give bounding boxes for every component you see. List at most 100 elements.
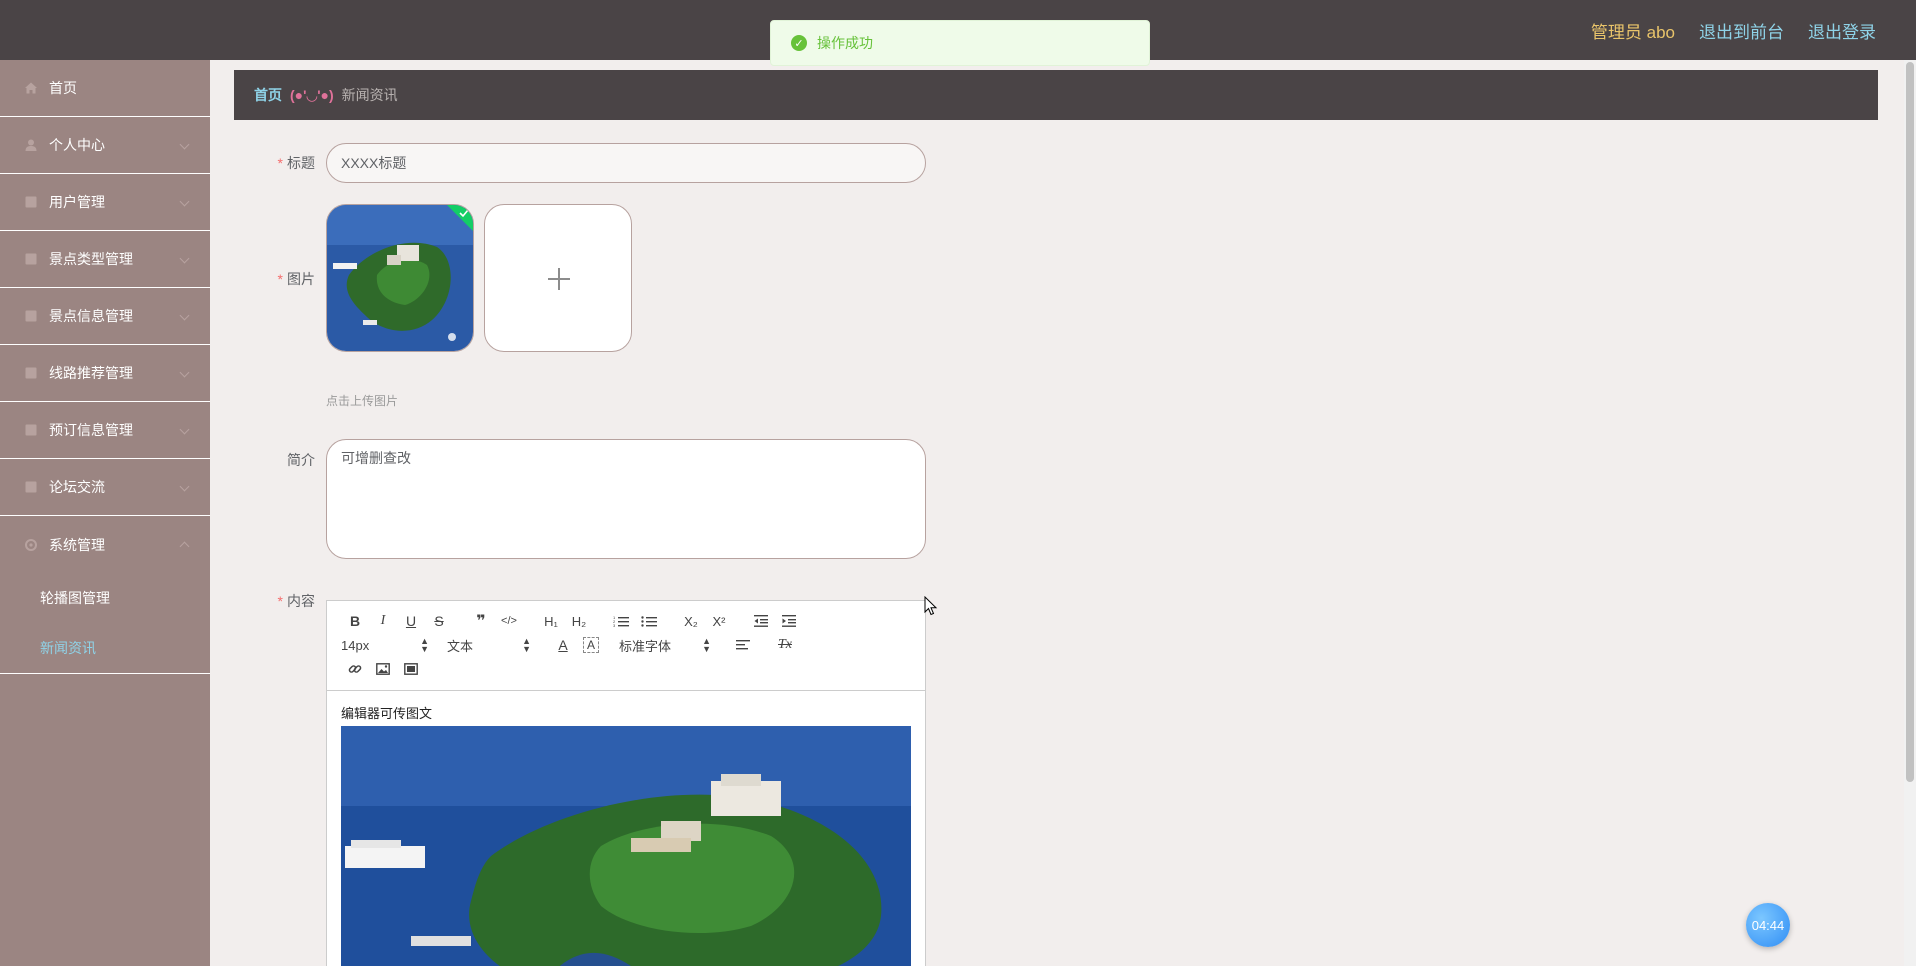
list-icon [24, 195, 38, 209]
intro-label: 简介 [234, 450, 315, 470]
island-photo-large [341, 726, 911, 966]
sidebar-item-routes[interactable]: 线路推荐管理 [0, 345, 210, 402]
rich-text-editor[interactable]: B I U S ❞ </> H₁ H₂ 123 X₂ X² 14px ▲ ▼ 文… [326, 600, 926, 966]
sidebar-subitem-carousel[interactable]: 轮播图管理 [0, 573, 210, 623]
chevron-down-icon [179, 139, 190, 150]
upload-image-button[interactable] [484, 204, 632, 352]
admin-username: 管理员 abo [1590, 22, 1675, 42]
superscript-icon[interactable]: X² [705, 609, 733, 633]
timer-badge[interactable]: 04:44 [1746, 903, 1790, 947]
gear-icon [24, 538, 38, 552]
header-2-icon[interactable]: H₂ [565, 609, 593, 633]
toolbar-row-3 [341, 657, 911, 681]
sidebar-item-label: 线路推荐管理 [49, 365, 133, 381]
sidebar-item-label: 景点信息管理 [49, 308, 133, 324]
intro-textarea[interactable]: 可增删查改 [326, 439, 926, 559]
sidebar-item-label: 系统管理 [49, 536, 105, 553]
content-label-text: 内容 [287, 593, 315, 609]
required-mark: * [277, 593, 283, 609]
select-arrows-icon: ▲ ▼ [702, 636, 711, 654]
font-family-value: 标准字体 [619, 638, 672, 654]
sidebar-item-bookings[interactable]: 预订信息管理 [0, 402, 210, 459]
list-icon [24, 423, 38, 437]
intro-label-text: 简介 [287, 452, 315, 468]
bold-icon[interactable]: B [341, 609, 369, 633]
sidebar-item-profile[interactable]: 个人中心 [0, 117, 210, 174]
title-input[interactable]: XXXX标题 [326, 143, 926, 183]
system-submenu: 轮播图管理 新闻资讯 [0, 573, 210, 674]
outdent-icon[interactable] [747, 609, 775, 633]
upload-success-check-icon [447, 205, 473, 231]
code-block-icon[interactable]: </> [495, 609, 523, 633]
home-icon [24, 81, 38, 95]
sidebar-item-spot-types[interactable]: 景点类型管理 [0, 231, 210, 288]
sidebar-item-label: 预订信息管理 [49, 422, 133, 438]
align-left-icon[interactable] [729, 633, 757, 657]
chevron-down-icon [179, 253, 190, 264]
chevron-down-icon [179, 481, 190, 492]
block-format-select[interactable]: 文本 ▲ ▼ [447, 633, 535, 657]
image-icon[interactable] [369, 657, 397, 681]
image-label-text: 图片 [287, 271, 315, 287]
page-scrollbar[interactable] [1904, 60, 1916, 966]
sidebar-item-users[interactable]: 用户管理 [0, 174, 210, 231]
font-family-select[interactable]: 标准字体 ▲ ▼ [619, 633, 715, 657]
editor-toolbar: B I U S ❞ </> H₁ H₂ 123 X₂ X² 14px ▲ ▼ 文… [327, 601, 925, 691]
scrollbar-thumb[interactable] [1906, 62, 1914, 782]
editor-body-text: 编辑器可传图文 [341, 706, 433, 721]
font-size-value: 14px [341, 637, 370, 653]
block-format-value: 文本 [447, 638, 474, 654]
sidebar-item-label: 论坛交流 [49, 479, 105, 495]
editor-content[interactable]: 编辑器可传图文 [327, 691, 925, 966]
font-color-icon[interactable]: A [549, 633, 577, 657]
toolbar-row-1: B I U S ❞ </> H₁ H₂ 123 X₂ X² [341, 609, 911, 633]
back-to-frontend-link[interactable]: 退出到前台 [1699, 18, 1784, 43]
mouse-cursor-icon [924, 596, 938, 616]
list-icon [24, 252, 38, 266]
uploaded-image-thumbnail[interactable] [326, 204, 474, 352]
background-color-icon[interactable]: A [583, 637, 599, 653]
chevron-down-icon [179, 310, 190, 321]
ordered-list-icon[interactable]: 123 [607, 609, 635, 633]
subscript-icon[interactable]: X₂ [677, 609, 705, 633]
chevron-down-icon [179, 196, 190, 207]
sidebar-item-label: 用户管理 [49, 194, 105, 210]
clear-format-icon[interactable]: Tx [771, 633, 799, 657]
header-1-icon[interactable]: H₁ [537, 609, 565, 633]
list-icon [24, 366, 38, 380]
video-icon[interactable] [397, 657, 425, 681]
bullet-list-icon[interactable] [635, 609, 663, 633]
logout-link[interactable]: 退出登录 [1808, 18, 1876, 43]
select-arrows-icon: ▲ ▼ [522, 636, 531, 654]
sidebar-subitem-news[interactable]: 新闻资讯 [0, 623, 210, 673]
toast-message: 操作成功 [817, 35, 873, 51]
indent-icon[interactable] [775, 609, 803, 633]
sidebar-item-spot-info[interactable]: 景点信息管理 [0, 288, 210, 345]
upload-tip: 点击上传图片 [326, 394, 399, 408]
content-label: * 内容 [234, 591, 315, 611]
sidebar-item-forum[interactable]: 论坛交流 [0, 459, 210, 516]
italic-icon[interactable]: I [369, 609, 397, 633]
link-icon[interactable] [341, 657, 369, 681]
strikethrough-icon[interactable]: S [425, 609, 453, 633]
success-toast: ✓ 操作成功 [770, 20, 1150, 66]
blockquote-icon[interactable]: ❞ [467, 609, 495, 633]
svg-text:3: 3 [613, 623, 616, 627]
font-size-select[interactable]: 14px ▲ ▼ [341, 633, 433, 657]
sidebar: 首页 个人中心 用户管理 景点类型管理 景点信息管理 线路推荐管理 预订信息管理… [0, 60, 210, 966]
sidebar-item-system[interactable]: 系统管理 [0, 516, 210, 573]
breadcrumb-separator: (●'◡'●) [290, 86, 334, 103]
breadcrumb: 首页 (●'◡'●) 新闻资讯 [234, 70, 1878, 120]
chevron-up-icon [179, 541, 190, 552]
required-mark: * [277, 155, 283, 171]
chevron-down-icon [179, 367, 190, 378]
breadcrumb-home-link[interactable]: 首页 [254, 85, 282, 105]
sidebar-item-home[interactable]: 首页 [0, 60, 210, 117]
plus-icon-vertical [558, 268, 560, 290]
required-mark: * [277, 271, 283, 287]
underline-icon[interactable]: U [397, 609, 425, 633]
sidebar-item-label: 首页 [49, 80, 77, 96]
header-links: 管理员 abo 退出到前台 退出登录 [1591, 0, 1876, 60]
editor-embedded-image[interactable] [341, 726, 911, 966]
list-icon [24, 480, 38, 494]
